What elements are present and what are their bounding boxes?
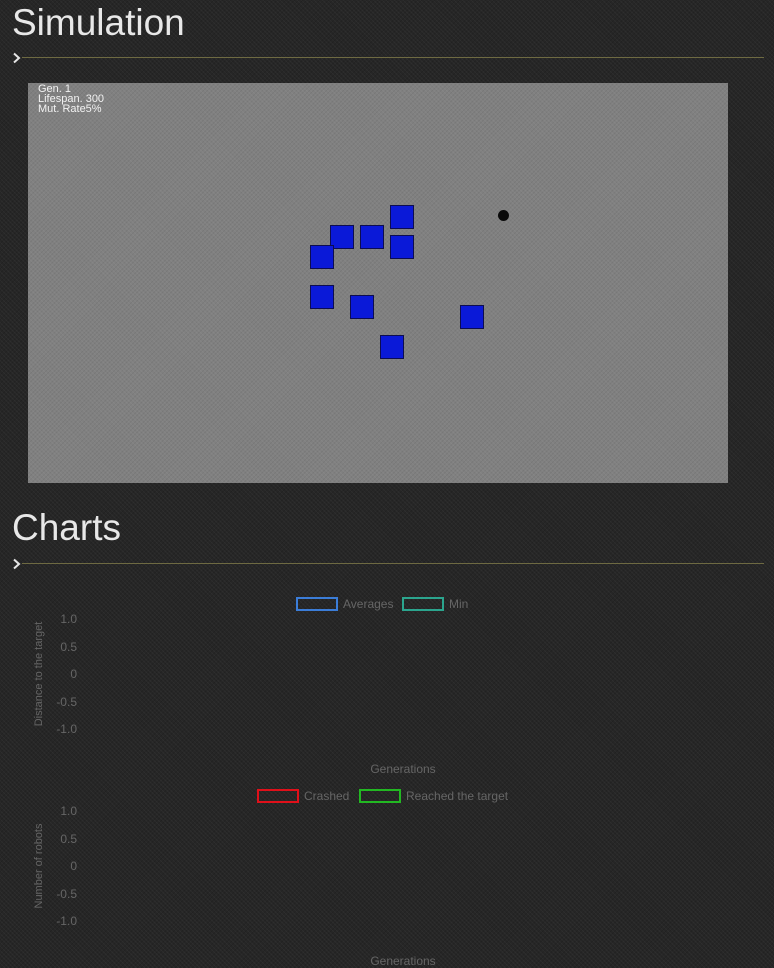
x-axis-title: Generations [370, 762, 436, 776]
legend-item-reached[interactable]: Reached the target [359, 789, 519, 803]
legend-item-min[interactable]: Min [402, 597, 472, 611]
simulation-canvas[interactable]: Gen. 1 Lifespan. 300 Mut. Rate5% [28, 83, 728, 483]
robot [350, 295, 374, 319]
robot [380, 335, 404, 359]
y-tick-label: 0 [70, 667, 77, 681]
chart-legend: Crashed Reached the target [0, 789, 774, 803]
legend-swatch-crashed [257, 789, 299, 803]
y-tick-label: 0.5 [60, 640, 77, 654]
y-tick-label: -0.5 [56, 695, 77, 709]
legend-label: Reached the target [406, 789, 509, 803]
chevron-right-icon[interactable] [12, 52, 22, 64]
y-tick-label: 1.0 [60, 612, 77, 626]
legend-swatch-reached [359, 789, 401, 803]
y-tick-label: 0.5 [60, 832, 77, 846]
robot [460, 305, 484, 329]
robot [390, 205, 414, 229]
legend-swatch-min [402, 597, 444, 611]
legend-item-crashed[interactable]: Crashed [257, 789, 357, 803]
y-tick-label: -0.5 [56, 887, 77, 901]
simulation-heading: Simulation [12, 2, 185, 43]
y-tick-label: -1.0 [56, 722, 77, 736]
legend-label: Averages [343, 597, 394, 611]
robot [390, 235, 414, 259]
section-divider [22, 57, 764, 58]
legend-swatch-averages [296, 597, 338, 611]
y-tick-label: 0 [70, 859, 77, 873]
legend-label: Crashed [304, 789, 350, 803]
legend-item-averages[interactable]: Averages [296, 597, 396, 611]
robot [310, 285, 334, 309]
section-divider [22, 563, 764, 564]
simulation-hud: Gen. 1 Lifespan. 300 Mut. Rate5% [38, 84, 104, 115]
x-axis-title: Generations [370, 954, 436, 968]
mutation-rate-label: Mut. Rate5% [38, 103, 102, 115]
charts-section-toggle[interactable] [12, 558, 764, 570]
chevron-right-icon[interactable] [12, 558, 22, 570]
robot [310, 245, 334, 269]
charts-heading: Charts [12, 507, 121, 548]
target-dot [498, 210, 509, 221]
legend-label: Min [449, 597, 469, 611]
y-tick-label: 1.0 [60, 804, 77, 818]
simulation-section-toggle[interactable] [12, 52, 764, 64]
chart-legend: Averages Min [0, 597, 774, 611]
y-tick-label: -1.0 [56, 914, 77, 928]
robot [360, 225, 384, 249]
